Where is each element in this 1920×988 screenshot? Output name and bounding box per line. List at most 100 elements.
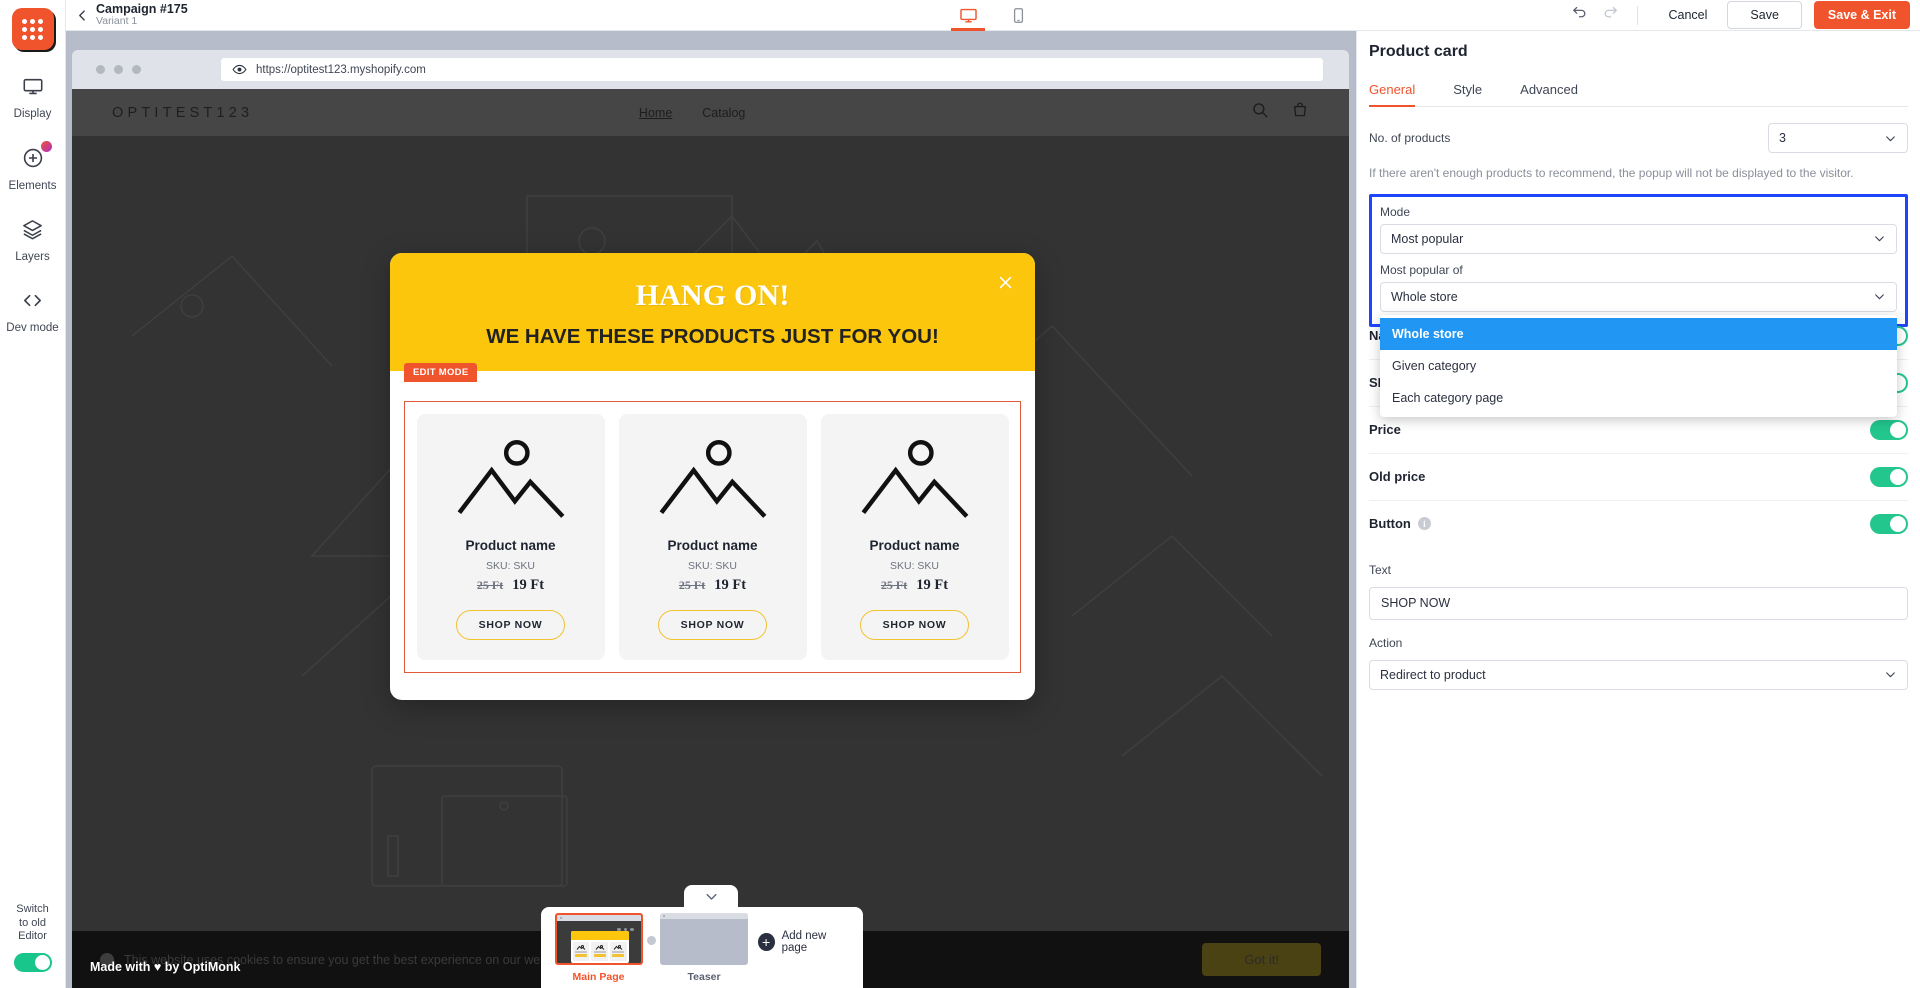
dropdown-option-each-category-page[interactable]: Each category page bbox=[1380, 382, 1897, 414]
nav-item-home[interactable]: Home bbox=[639, 106, 672, 120]
device-mobile-button[interactable] bbox=[1001, 0, 1035, 31]
cancel-button[interactable]: Cancel bbox=[1654, 3, 1721, 27]
page-thumbnail[interactable] bbox=[554, 912, 643, 965]
tab-style[interactable]: Style bbox=[1453, 75, 1482, 106]
product-old-price: 25 Ft bbox=[678, 578, 706, 592]
info-icon[interactable]: i bbox=[1417, 517, 1431, 531]
no-of-products-row: No. of products 3 bbox=[1369, 123, 1908, 153]
campaign-variant: Variant 1 bbox=[96, 15, 138, 28]
sidebar-item-layers[interactable]: Layers bbox=[0, 218, 65, 263]
left-rail: Display Elements Layers Dev mode Switch … bbox=[0, 0, 66, 988]
product-prices: 25 Ft 19 Ft bbox=[477, 577, 544, 594]
toggle-old-price[interactable] bbox=[1870, 466, 1908, 487]
page-separator-dot bbox=[647, 936, 656, 945]
device-switcher bbox=[951, 0, 1035, 31]
redo-icon bbox=[1605, 6, 1618, 18]
search-icon[interactable] bbox=[1251, 101, 1269, 124]
button-text-label: Text bbox=[1369, 562, 1392, 577]
url-text: https://optitest123.myshopify.com bbox=[256, 63, 426, 76]
tab-general[interactable]: General bbox=[1369, 75, 1416, 107]
campaign-titles: Campaign #175 Variant 1 bbox=[96, 2, 188, 28]
most-popular-of-dropdown: Whole store Given category Each category… bbox=[1380, 314, 1897, 417]
product-card[interactable]: Product name SKU: SKU 25 Ft 19 Ft SHOP N… bbox=[618, 414, 807, 660]
no-of-products-label: No. of products bbox=[1369, 131, 1451, 145]
redo-button[interactable] bbox=[1602, 4, 1619, 26]
dropdown-option-given-category[interactable]: Given category bbox=[1380, 350, 1897, 382]
button-action-field: Action Redirect to product bbox=[1369, 636, 1908, 690]
made-by-optimonk: Made with ♥ by OptiMonk bbox=[90, 960, 241, 974]
toggle-button-text: Button bbox=[1369, 516, 1411, 532]
mode-value: Most popular bbox=[1391, 231, 1464, 246]
traffic-lights-icon bbox=[96, 65, 141, 74]
button-action-value: Redirect to product bbox=[1380, 667, 1486, 682]
page-label: Teaser bbox=[687, 970, 721, 983]
save-and-exit-button[interactable]: Save & Exit bbox=[1813, 1, 1910, 29]
most-popular-of-select[interactable]: Whole store bbox=[1380, 281, 1897, 312]
sidebar-item-dev-mode[interactable]: Dev mode bbox=[0, 289, 65, 334]
undo-button[interactable] bbox=[1571, 4, 1588, 26]
back-button[interactable] bbox=[66, 9, 92, 22]
display-icon bbox=[22, 76, 44, 103]
page-item-teaser[interactable]: Teaser bbox=[659, 912, 750, 983]
pages-tray: Main Page Teaser + Add new page bbox=[541, 907, 863, 988]
page-thumbnail[interactable] bbox=[660, 912, 749, 965]
chevron-down-icon bbox=[1884, 668, 1897, 681]
plus-circle-icon bbox=[21, 141, 52, 175]
product-image-placeholder-icon bbox=[654, 434, 772, 524]
product-name: Product name bbox=[869, 538, 960, 553]
product-name: Product name bbox=[465, 538, 556, 553]
popup-body: EDIT MODE Product name SKU: SKU 25 Ft 19… bbox=[390, 363, 1035, 695]
chevron-down-icon bbox=[1873, 290, 1886, 303]
product-sku: SKU: SKU bbox=[889, 560, 939, 572]
cart-icon[interactable] bbox=[1291, 101, 1309, 124]
page-item-main-page[interactable]: Main Page bbox=[553, 912, 644, 983]
mode-select[interactable]: Most popular bbox=[1380, 223, 1897, 254]
product-old-price: 25 Ft bbox=[880, 578, 908, 592]
close-icon[interactable] bbox=[995, 272, 1015, 292]
pages-tray-toggle[interactable] bbox=[684, 885, 738, 907]
dropdown-option-whole-store[interactable]: Whole store bbox=[1380, 317, 1897, 350]
product-card[interactable]: Product name SKU: SKU 25 Ft 19 Ft SHOP N… bbox=[820, 414, 1009, 660]
product-shop-now-button[interactable]: SHOP NOW bbox=[657, 610, 768, 640]
switch-to-old-editor[interactable]: Switch to old Editor bbox=[13, 903, 52, 972]
product-price: 19 Ft bbox=[512, 577, 545, 593]
popup-header: HANG ON! WE HAVE THESE PRODUCTS JUST FOR… bbox=[390, 253, 1035, 371]
tab-advanced[interactable]: Advanced bbox=[1520, 75, 1578, 106]
no-of-products-select[interactable]: 3 bbox=[1768, 123, 1908, 153]
product-shop-now-button[interactable]: SHOP NOW bbox=[859, 610, 970, 640]
code-icon bbox=[21, 289, 44, 317]
product-card[interactable]: Product name SKU: SKU 25 Ft 19 Ft SHOP N… bbox=[416, 414, 605, 660]
product-card-grid[interactable]: Product name SKU: SKU 25 Ft 19 Ft SHOP N… bbox=[404, 401, 1021, 673]
browser-preview: https://optitest123.myshopify.com OPTITE… bbox=[72, 50, 1349, 988]
mode-settings-highlight: Mode Most popular Most popular of Whole … bbox=[1369, 193, 1908, 417]
url-bar[interactable]: https://optitest123.myshopify.com bbox=[221, 58, 1323, 81]
switch-editor-toggle[interactable] bbox=[13, 953, 52, 972]
product-image-placeholder-icon bbox=[452, 434, 570, 524]
most-popular-of-field: Most popular of Whole store bbox=[1380, 263, 1897, 312]
product-shop-now-button[interactable]: SHOP NOW bbox=[455, 610, 566, 640]
sidebar-item-display[interactable]: Display bbox=[0, 76, 65, 120]
save-button[interactable]: Save bbox=[1727, 1, 1802, 29]
cookie-accept-button[interactable]: Got it! bbox=[1202, 943, 1321, 976]
product-prices: 25 Ft 19 Ft bbox=[679, 577, 746, 594]
browser-chrome: https://optitest123.myshopify.com bbox=[72, 50, 1349, 89]
sidebar-item-elements[interactable]: Elements bbox=[0, 141, 65, 192]
add-new-page-button[interactable]: + Add new page bbox=[757, 930, 851, 954]
toggle-price[interactable] bbox=[1870, 419, 1908, 440]
switch-line-2: to old bbox=[19, 916, 46, 929]
button-action-select[interactable]: Redirect to product bbox=[1369, 659, 1908, 690]
undo-icon bbox=[1573, 6, 1586, 18]
product-name: Product name bbox=[667, 538, 758, 553]
eye-icon bbox=[232, 62, 247, 77]
nav-item-catalog[interactable]: Catalog bbox=[702, 106, 745, 120]
device-desktop-button[interactable] bbox=[951, 0, 985, 31]
toggle-button[interactable] bbox=[1870, 513, 1908, 534]
optimonk-logo-icon[interactable] bbox=[11, 8, 54, 50]
panel-tabs: General Style Advanced bbox=[1369, 75, 1908, 107]
site-preview: OPTITEST123 Home Catalog This website us… bbox=[72, 89, 1349, 988]
site-logo: OPTITEST123 bbox=[112, 104, 254, 121]
product-prices: 25 Ft 19 Ft bbox=[881, 577, 948, 594]
plus-icon: + bbox=[757, 932, 775, 951]
button-text-input[interactable] bbox=[1369, 586, 1908, 620]
phone-icon bbox=[1013, 7, 1023, 23]
